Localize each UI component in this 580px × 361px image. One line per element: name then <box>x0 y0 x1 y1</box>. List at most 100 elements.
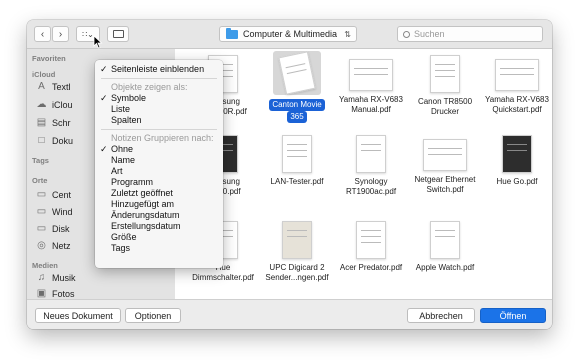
pdf-thumbnail <box>356 135 386 173</box>
file-name-line1: Acer Predator.pdf <box>339 263 403 272</box>
sidebar-item-label: iClou <box>52 100 73 110</box>
pdf-thumbnail <box>502 135 532 173</box>
updown-chevron-icon: ⇅ <box>344 29 351 39</box>
menu-item-group-date-added[interactable]: Hinzugefügt am <box>95 199 223 210</box>
open-button[interactable]: Öffnen <box>480 308 546 323</box>
sidebar-item-label: Musik <box>52 273 76 283</box>
file-item[interactable]: Canon TR8500 Drucker <box>405 55 485 117</box>
file-item[interactable]: Netgear Ethernet Switch.pdf <box>405 135 485 195</box>
file-item[interactable]: Apple Watch.pdf <box>405 221 485 273</box>
sidebar-item-label: Textl <box>52 82 71 92</box>
pdf-thumbnail <box>430 55 460 93</box>
sidebar-item-windows[interactable]: ▭ Wind <box>36 205 73 219</box>
sidebar-header-tags: Tags <box>32 156 49 165</box>
menu-item-group-none[interactable]: ✓ Ohne <box>95 144 223 155</box>
checkmark-icon: ✓ <box>100 144 108 154</box>
sidebar-item-disk[interactable]: ▭ Disk <box>36 222 70 236</box>
menu-item-list[interactable]: Liste <box>95 104 223 115</box>
search-placeholder: Suchen <box>414 29 445 39</box>
file-name-line2: Switch.pdf <box>426 185 464 194</box>
menu-item-group-name[interactable]: Name <box>95 155 223 166</box>
file-item[interactable]: Synology RT1900ac.pdf <box>331 135 411 197</box>
pdf-thumbnail <box>282 221 312 259</box>
document-icon: □ <box>38 135 45 146</box>
sidebar-item-music[interactable]: ♫ Musik <box>36 271 76 285</box>
file-item[interactable]: Hue Go.pdf <box>477 135 552 187</box>
sidebar-item-icloud-drive[interactable]: ☁ iClou <box>36 98 73 112</box>
pdf-thumbnail <box>282 135 312 173</box>
menu-item-group-kind[interactable]: Art <box>95 166 223 177</box>
sidebar-item-label: Fotos <box>52 289 75 299</box>
search-field[interactable]: Suchen <box>397 26 543 42</box>
file-name-line1: LAN-Tester.pdf <box>270 177 324 186</box>
sidebar-item-desktop[interactable]: ▤ Schr <box>36 116 71 130</box>
cloud-icon: ☁ <box>36 99 47 110</box>
desktop-icon: ▤ <box>36 117 47 128</box>
menu-item-group-size[interactable]: Größe <box>95 232 223 243</box>
cancel-button[interactable]: Abbrechen <box>407 308 475 323</box>
sidebar-item-documents[interactable]: □ Doku <box>36 134 73 148</box>
folder-icon <box>226 27 238 39</box>
sidebar-item-label: Netz <box>52 241 71 251</box>
file-item[interactable]: UPC Digicard 2 Sender...ngen.pdf <box>257 221 337 283</box>
view-options-menu: ✓ Seitenleiste einblenden Objekte zeigen… <box>95 60 223 268</box>
sidebar-item-label: Cent <box>52 190 72 200</box>
menu-item-label: Seitenleiste einblenden <box>111 64 205 74</box>
options-button[interactable]: Optionen <box>125 308 181 323</box>
menu-header-group: Notizen Gruppieren nach: <box>111 133 214 143</box>
location-label: Computer & Multimedia <box>243 29 338 39</box>
file-name-line2: Sender...ngen.pdf <box>265 273 329 282</box>
checkmark-icon: ✓ <box>100 93 108 103</box>
file-item[interactable]: Yamaha RX-V683 Manual.pdf <box>331 55 411 115</box>
pdf-thumbnail <box>273 51 321 95</box>
mouse-cursor-icon <box>93 35 103 49</box>
textedit-icon: A <box>38 81 45 92</box>
file-grid: Samsung 75Q900R.pdf Canton Movie 365 Yam… <box>175 49 552 299</box>
back-button[interactable]: ‹ <box>34 26 51 42</box>
file-name-line1: Netgear Ethernet <box>414 175 476 184</box>
menu-item-group-application[interactable]: Programm <box>95 177 223 188</box>
menu-separator <box>101 78 217 79</box>
menu-item-show-sidebar[interactable]: ✓ Seitenleiste einblenden <box>95 64 223 75</box>
file-name-line2: 365 <box>287 111 307 123</box>
file-item[interactable]: LAN-Tester.pdf <box>257 135 337 187</box>
sidebar-item-central[interactable]: ▭ Cent <box>36 188 71 202</box>
sidebar-item-label: Schr <box>52 118 71 128</box>
open-dialog-window: ‹ › ∷⌄ Computer & Multimedia ⇅ Suchen Fa… <box>27 20 552 329</box>
pdf-thumbnail <box>349 59 393 91</box>
file-item[interactable]: Acer Predator.pdf <box>331 221 411 273</box>
new-folder-icon <box>112 30 124 38</box>
chevron-right-icon: › <box>58 28 63 40</box>
sidebar-header-media: Medien <box>32 261 58 270</box>
pdf-thumbnail <box>495 59 539 91</box>
new-folder-button[interactable] <box>107 26 129 42</box>
menu-item-label: Ohne <box>111 144 134 154</box>
file-name-line1: Synology <box>354 177 388 186</box>
menu-item-group-last-opened[interactable]: Zuletzt geöffnet <box>95 188 223 199</box>
new-document-button[interactable]: Neues Dokument <box>35 308 121 323</box>
disk-icon: ▭ <box>36 223 47 234</box>
menu-item-icons[interactable]: ✓ Symbole <box>95 93 223 104</box>
file-name-line1: Canton Movie <box>269 99 325 111</box>
chevron-left-icon: ‹ <box>40 28 45 40</box>
sidebar-item-textedit[interactable]: A Textl <box>36 80 71 94</box>
camera-icon: ▣ <box>36 288 47 299</box>
menu-item-group-date-created[interactable]: Erstellungsdatum <box>95 221 223 232</box>
search-icon <box>403 30 410 38</box>
sidebar-item-network[interactable]: ◎ Netz <box>36 239 71 253</box>
sidebar-header-favorites: Favoriten <box>32 54 66 63</box>
menu-item-group-date-modified[interactable]: Änderungsdatum <box>95 210 223 221</box>
bottom-bar: Neues Dokument Optionen Abbrechen Öffnen <box>27 299 552 329</box>
menu-item-group-tags[interactable]: Tags <box>95 243 223 254</box>
file-item-selected[interactable]: Canton Movie 365 <box>257 51 337 123</box>
file-name-line1: Canon TR8500 <box>417 97 473 106</box>
checkmark-icon: ✓ <box>100 64 108 74</box>
menu-separator <box>101 129 217 130</box>
sidebar-item-label: Wind <box>52 207 73 217</box>
location-popup[interactable]: Computer & Multimedia ⇅ <box>219 26 357 42</box>
menu-item-columns[interactable]: Spalten <box>95 115 223 126</box>
forward-button[interactable]: › <box>52 26 69 42</box>
file-item[interactable]: Yamaha RX-V683 Quickstart.pdf <box>477 55 552 115</box>
toolbar: ‹ › ∷⌄ Computer & Multimedia ⇅ Suchen <box>27 20 552 49</box>
file-name-line2: Drucker <box>430 107 459 116</box>
